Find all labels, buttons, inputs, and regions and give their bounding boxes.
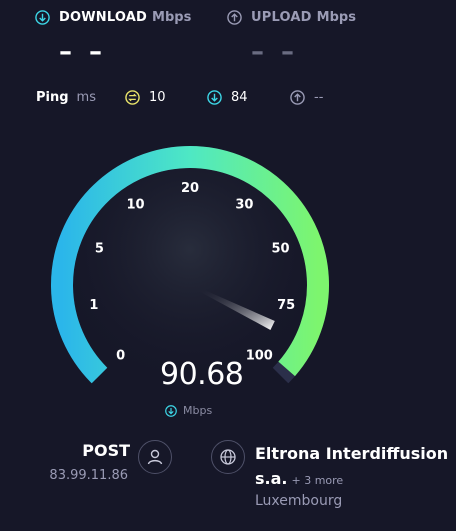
gauge-tick-75: 75 (277, 298, 295, 313)
isp-name: POST (82, 441, 130, 460)
gauge-tick-1: 1 (89, 298, 98, 313)
server-name-text[interactable]: Eltrona Interdiffusion s.a. (255, 444, 448, 488)
isp-ip: 83.99.11.86 (49, 468, 128, 483)
gauge-tick-5: 5 (95, 241, 104, 256)
gauge-tick-0: 0 (116, 348, 125, 363)
gauge-tick-20: 20 (181, 181, 199, 196)
gauge-tick-30: 30 (235, 198, 253, 213)
gauge-tick-100: 100 (246, 348, 273, 363)
speed-unit: Mbps (165, 404, 212, 417)
server-location: Luxembourg (255, 493, 343, 509)
globe-icon (220, 449, 236, 465)
gauge-tick-50: 50 (271, 241, 289, 256)
gauge-tick-10: 10 (127, 198, 145, 213)
download-small-icon (165, 404, 177, 417)
user-button[interactable] (138, 440, 172, 474)
change-server-button[interactable] (211, 440, 245, 474)
server-more[interactable]: + 3 more (291, 474, 343, 487)
server-name[interactable]: Eltrona Interdiffusion s.a. + 3 more (255, 441, 450, 493)
speed-value: 90.68 (160, 357, 244, 392)
user-icon (147, 449, 163, 465)
speed-unit-label: Mbps (183, 404, 213, 417)
speedtest-page: DOWNLOAD Mbps – – UPLOAD Mbps – – Ping m… (0, 0, 456, 531)
